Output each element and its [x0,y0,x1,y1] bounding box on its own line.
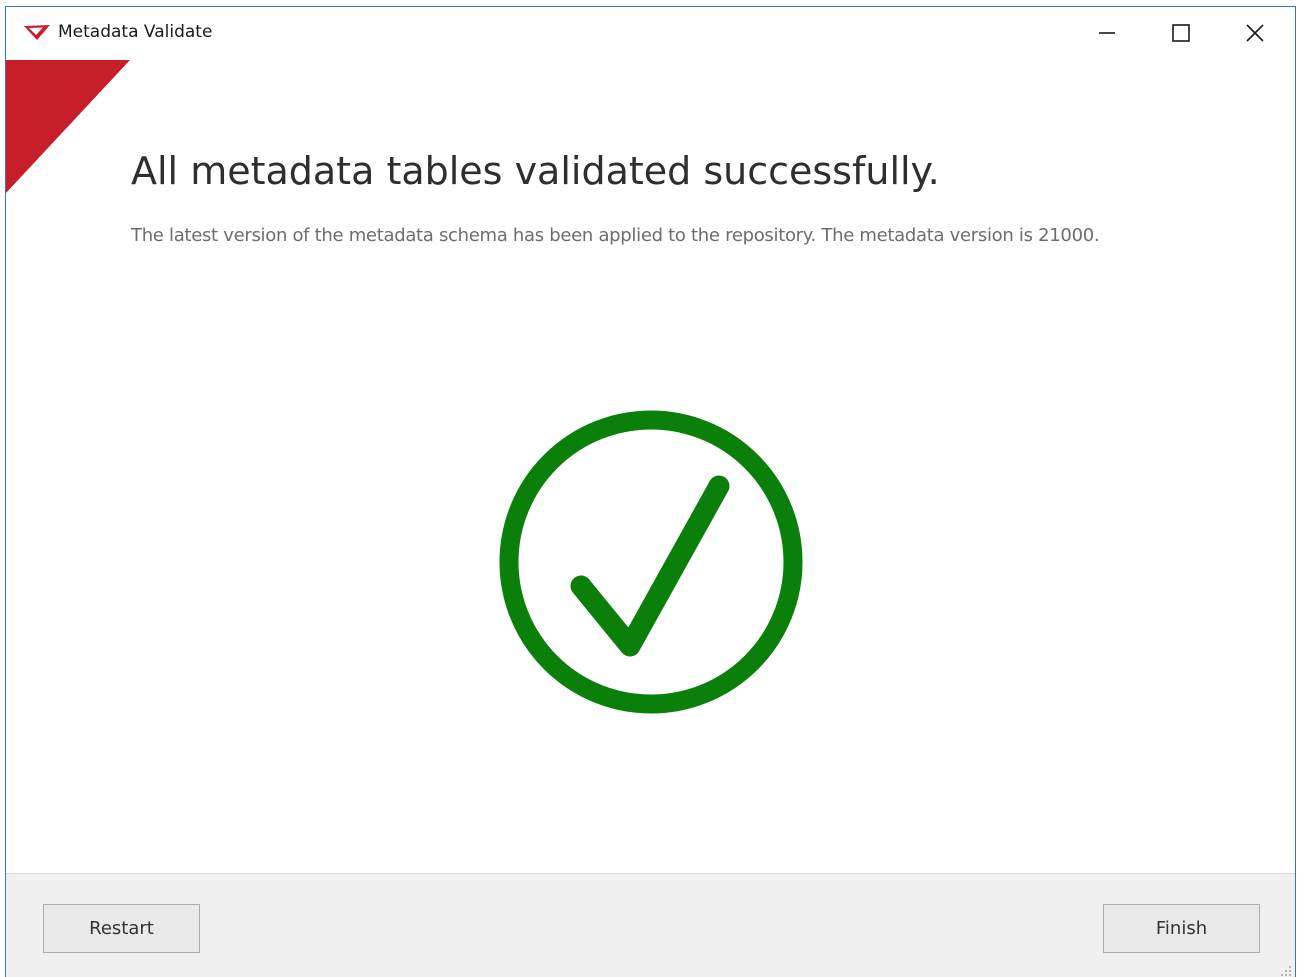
footer-bar: Restart Finish [6,873,1295,977]
window-title: Metadata Validate [58,22,213,42]
brand-corner-triangle [6,60,130,193]
resize-grip-icon[interactable] [1278,963,1292,977]
restart-button[interactable]: Restart [43,904,200,953]
maximize-icon [1172,24,1190,42]
status-message: The latest version of the metadata schem… [131,225,1100,246]
check-circle-icon [499,410,803,714]
page-title: All metadata tables validated successful… [131,149,940,193]
minimize-icon [1099,32,1115,34]
finish-button[interactable]: Finish [1103,904,1260,953]
maximize-button[interactable] [1144,7,1218,59]
minimize-button[interactable] [1070,7,1144,59]
title-bar[interactable]: Metadata Validate [6,7,1295,59]
app-logo-icon [24,25,50,40]
close-icon [1246,24,1264,42]
metadata-validate-window: Metadata Validate All metadata tables va… [5,6,1296,977]
close-button[interactable] [1218,7,1292,59]
